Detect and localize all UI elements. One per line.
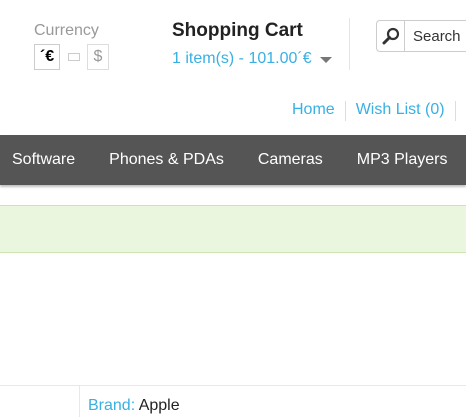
home-link[interactable]: Home	[292, 101, 335, 121]
cart-title: Shopping Cart	[172, 20, 303, 41]
search-input[interactable]	[405, 26, 466, 46]
main-menu: Software Phones & PDAs Cameras MP3 Playe…	[0, 135, 466, 185]
menu-item-phones-pdas[interactable]: Phones & PDAs	[92, 151, 241, 169]
menu-item-mp3-players[interactable]: MP3 Players	[340, 151, 465, 169]
currency-label: Currency	[34, 22, 99, 39]
link-separator	[454, 101, 456, 121]
product-brand: Brand: Apple	[88, 397, 180, 415]
cart-dropdown[interactable]: 1 item(s) - 101.00´€	[172, 50, 332, 68]
success-alert	[0, 205, 466, 253]
menu-item-software[interactable]: Software	[0, 151, 92, 169]
menu-item-cameras[interactable]: Cameras	[241, 151, 340, 169]
search-box	[376, 20, 466, 52]
wishlist-link[interactable]: Wish List (0)	[356, 101, 445, 121]
column-divider	[79, 385, 80, 417]
header-divider	[349, 18, 350, 70]
chevron-down-icon	[319, 57, 332, 63]
link-separator	[344, 101, 346, 121]
currency-euro-button[interactable]: ´€	[34, 44, 60, 70]
currency-dollar-button[interactable]: $	[87, 44, 109, 70]
brand-label: Brand:	[88, 397, 136, 414]
search-button[interactable]	[377, 21, 405, 51]
currency-empty-button[interactable]	[68, 53, 80, 61]
brand-value[interactable]: Apple	[139, 397, 180, 414]
cart-summary: 1 item(s) - 101.00´€	[172, 50, 312, 67]
top-links: Home Wish List (0)	[292, 101, 456, 121]
content-divider	[0, 385, 466, 386]
search-icon	[382, 27, 399, 45]
